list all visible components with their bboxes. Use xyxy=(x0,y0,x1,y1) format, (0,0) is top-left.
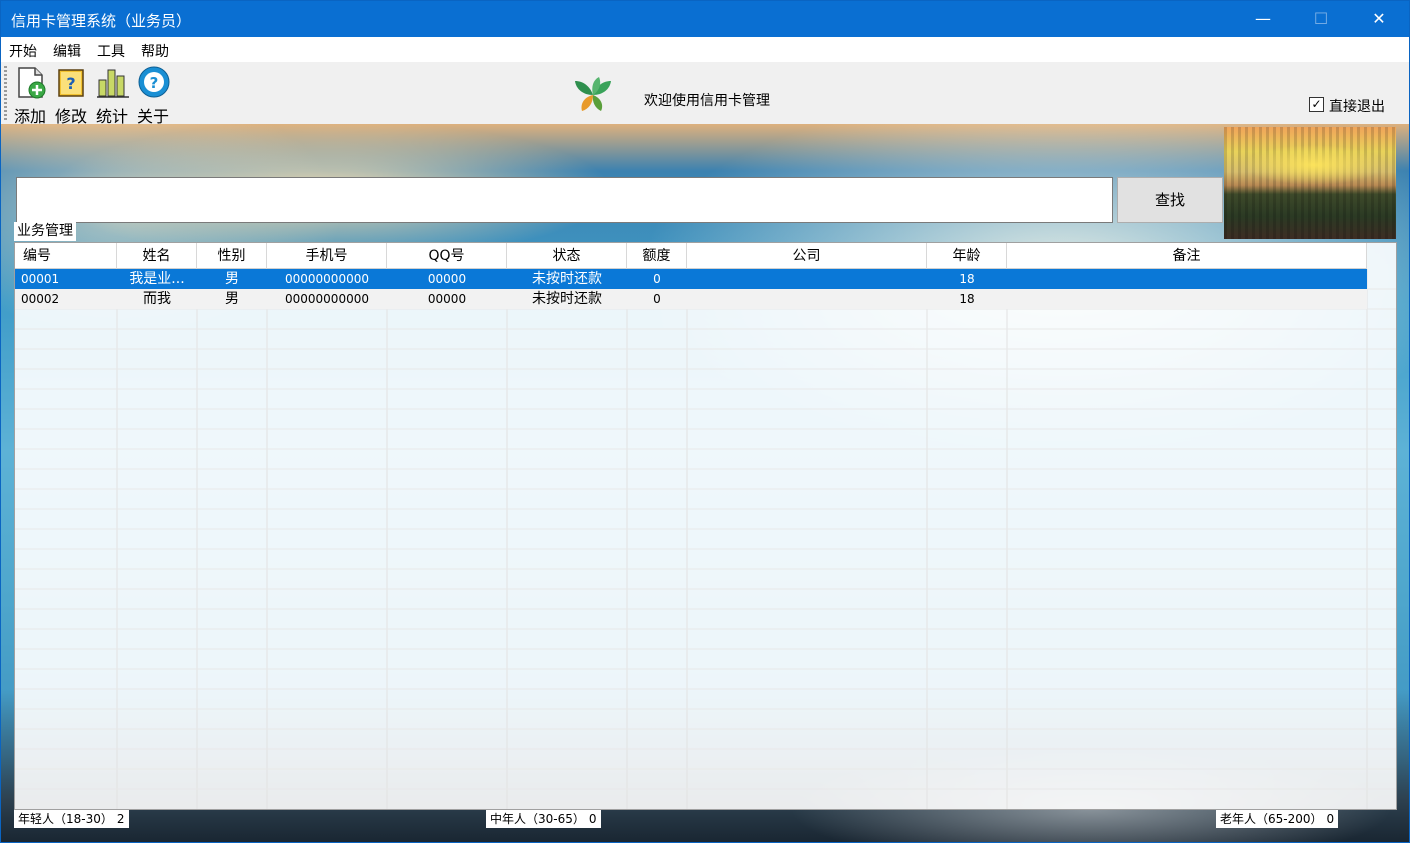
cell-status: 未按时还款 xyxy=(532,271,602,287)
edit-button-label: 修改 xyxy=(54,107,87,126)
landscape-thumbnail-image xyxy=(1224,127,1396,239)
column-header-id[interactable]: 编号 xyxy=(15,243,117,269)
menu-help[interactable]: 帮助 xyxy=(141,41,169,61)
bar-chart-icon xyxy=(97,69,129,98)
cell-name: 我是业... xyxy=(129,271,185,287)
maximize-button[interactable]: ☐ xyxy=(1311,7,1331,31)
app-window: 信用卡管理系统（业务员） — ☐ ✕ 开始 编辑 工具 帮助 添加 ? 修改 统… xyxy=(0,0,1410,843)
direct-exit-checkbox[interactable]: ✓ xyxy=(1309,97,1324,112)
young-count: 2 xyxy=(116,812,125,826)
leaf-logo-icon xyxy=(575,77,611,111)
column-header-gender[interactable]: 性别 xyxy=(197,243,267,269)
toolbar: 添加 ? 修改 统计 ? 关于 欢迎使用信用卡管理 ✓ 直接退出 xyxy=(1,62,1409,126)
cell-limit: 0 xyxy=(653,272,661,286)
about-button-label: 关于 xyxy=(136,107,169,126)
welcome-text: 欢迎使用信用卡管理 xyxy=(644,93,770,109)
old-label: 老年人（65-200） xyxy=(1220,812,1323,826)
column-header-name[interactable]: 姓名 xyxy=(117,243,197,269)
window-title: 信用卡管理系统（业务员） xyxy=(11,12,192,30)
table-row[interactable]: 00002 而我 男 00000000000 00000 未按时还款 0 18 xyxy=(15,289,1367,309)
cell-remark xyxy=(1007,269,1367,289)
menu-edit[interactable]: 编辑 xyxy=(53,41,81,61)
cell-remark xyxy=(1007,289,1367,309)
cell-status: 未按时还款 xyxy=(532,291,602,307)
cell-company xyxy=(687,269,927,289)
grid-header: 编号 姓名 性别 手机号 QQ号 状态 额度 公司 年龄 备注 xyxy=(15,243,1367,269)
middle-count-panel: 中年人（30-65） 0 xyxy=(486,810,601,828)
menu-start[interactable]: 开始 xyxy=(9,41,37,61)
svg-text:?: ? xyxy=(66,74,75,93)
old-count: 0 xyxy=(1326,812,1335,826)
middle-count: 0 xyxy=(588,812,597,826)
cell-limit: 0 xyxy=(653,292,661,306)
cell-gender: 男 xyxy=(225,291,239,307)
cell-qq: 00000 xyxy=(427,272,467,286)
cell-gender: 男 xyxy=(225,271,239,287)
find-button[interactable]: 查找 xyxy=(1117,177,1223,223)
stats-button[interactable]: 统计 xyxy=(93,66,131,126)
cell-id: 00002 xyxy=(21,292,60,306)
data-grid[interactable]: 编号 姓名 性别 手机号 QQ号 状态 额度 公司 年龄 备注 00001 我是… xyxy=(14,242,1397,810)
group-label: 业务管理 xyxy=(14,222,76,241)
menu-tools[interactable]: 工具 xyxy=(97,41,125,61)
table-row[interactable]: 00001 我是业... 男 00000000000 00000 未按时还款 0… xyxy=(15,269,1367,289)
grid-lines xyxy=(15,269,1396,809)
old-count-panel: 老年人（65-200） 0 xyxy=(1216,810,1339,828)
search-input[interactable] xyxy=(16,177,1113,223)
cell-phone: 00000000000 xyxy=(285,272,369,286)
add-button-label: 添加 xyxy=(13,107,46,126)
cell-name: 而我 xyxy=(143,291,171,307)
column-header-status[interactable]: 状态 xyxy=(507,243,627,269)
cell-phone: 00000000000 xyxy=(285,292,369,306)
cell-company xyxy=(687,289,927,309)
column-header-phone[interactable]: 手机号 xyxy=(267,243,387,269)
add-file-icon xyxy=(18,67,46,99)
edit-button[interactable]: ? 修改 xyxy=(52,66,90,126)
help-icon: ? xyxy=(138,66,170,98)
title-bar[interactable]: 信用卡管理系统（业务员） — ☐ ✕ xyxy=(1,1,1409,37)
column-header-qq[interactable]: QQ号 xyxy=(387,243,507,269)
middle-label: 中年人（30-65） xyxy=(490,812,585,826)
stats-button-label: 统计 xyxy=(95,107,128,126)
svg-text:?: ? xyxy=(150,74,159,92)
menu-bar: 开始 编辑 工具 帮助 xyxy=(1,37,1409,62)
about-button[interactable]: ? 关于 xyxy=(134,66,172,126)
direct-exit-label[interactable]: 直接退出 xyxy=(1329,96,1385,116)
young-label: 年轻人（18-30） xyxy=(18,812,113,826)
edit-file-icon: ? xyxy=(58,69,84,97)
cell-id: 00001 xyxy=(21,272,60,286)
young-count-panel: 年轻人（18-30） 2 xyxy=(14,810,129,828)
cell-age: 18 xyxy=(959,272,975,286)
column-header-limit[interactable]: 额度 xyxy=(627,243,687,269)
add-button[interactable]: 添加 xyxy=(11,66,49,126)
column-header-company[interactable]: 公司 xyxy=(687,243,927,269)
column-header-remark[interactable]: 备注 xyxy=(1007,243,1367,269)
cell-qq: 00000 xyxy=(427,292,467,306)
column-header-age[interactable]: 年龄 xyxy=(927,243,1007,269)
minimize-button[interactable]: — xyxy=(1253,7,1273,31)
cell-age: 18 xyxy=(959,292,975,306)
close-button[interactable]: ✕ xyxy=(1369,7,1389,31)
